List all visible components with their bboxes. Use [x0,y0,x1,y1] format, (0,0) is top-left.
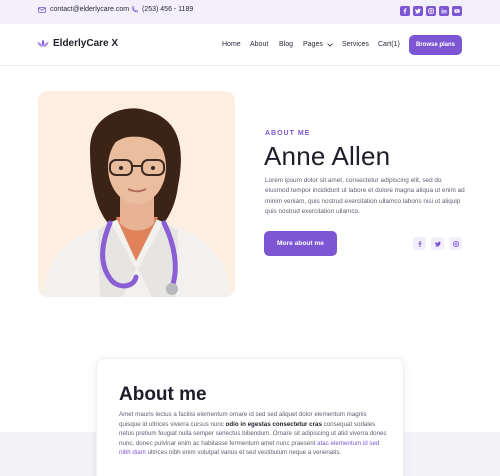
more-about-me-button[interactable]: More about me [264,231,337,256]
nav-item-home[interactable]: Home [222,41,241,48]
topbar-social-links [400,6,462,16]
lotus-icon [37,39,49,47]
nav-item-services[interactable]: Services [342,41,369,48]
contact-phone[interactable]: (253) 456 - 1189 [131,6,193,13]
contact-email-text: contact@elderlycare.com [50,6,130,13]
about-text-part-3: ultrices nibh enim volutpat varius et se… [145,449,342,457]
doctor-portrait-image [44,108,230,297]
hero-name: Anne Allen [264,141,391,171]
twitter-icon[interactable] [413,6,423,16]
linkedin-icon[interactable] [439,6,449,16]
about-card: About me Amet mauris lectus a facilisi e… [96,358,404,476]
brand-name: ElderlyCare X [53,38,119,49]
phone-icon [131,6,138,13]
nav-item-cart[interactable]: Cart(1) [378,41,400,48]
instagram-icon[interactable] [449,237,462,250]
chevron-down-icon [327,42,333,47]
mail-icon [38,6,46,13]
twitter-icon[interactable] [431,237,444,250]
youtube-icon[interactable] [452,6,462,16]
top-bar: contact@elderlycare.com (253) 456 - 1189 [0,0,500,24]
contact-email[interactable]: contact@elderlycare.com [38,6,129,13]
main-nav: ElderlyCare X Home About Blog Pages Serv… [0,24,500,66]
nav-item-pages-label: Pages [303,41,323,48]
hero-eyebrow: ABOUT ME [265,130,311,137]
about-text: Amet mauris lectus a facilisi elementum … [119,410,387,458]
about-text-bold: odio in egestas consectetur cras [225,420,322,428]
nav-item-about[interactable]: About [250,41,268,48]
hero-social-links [413,237,462,250]
browse-plans-button[interactable]: Browse plans [409,35,462,55]
doctor-photo [38,91,235,297]
facebook-icon[interactable] [413,237,426,250]
about-title: About me [119,384,207,405]
nav-item-pages[interactable]: Pages [303,41,333,48]
hero-description: Lorem ipsum dolor sit amet, consectetur … [265,177,465,216]
brand-logo[interactable]: ElderlyCare X [37,38,118,49]
contact-phone-text: (253) 456 - 1189 [142,6,194,13]
instagram-icon[interactable] [426,6,436,16]
nav-item-blog[interactable]: Blog [279,41,293,48]
facebook-icon[interactable] [400,6,410,16]
